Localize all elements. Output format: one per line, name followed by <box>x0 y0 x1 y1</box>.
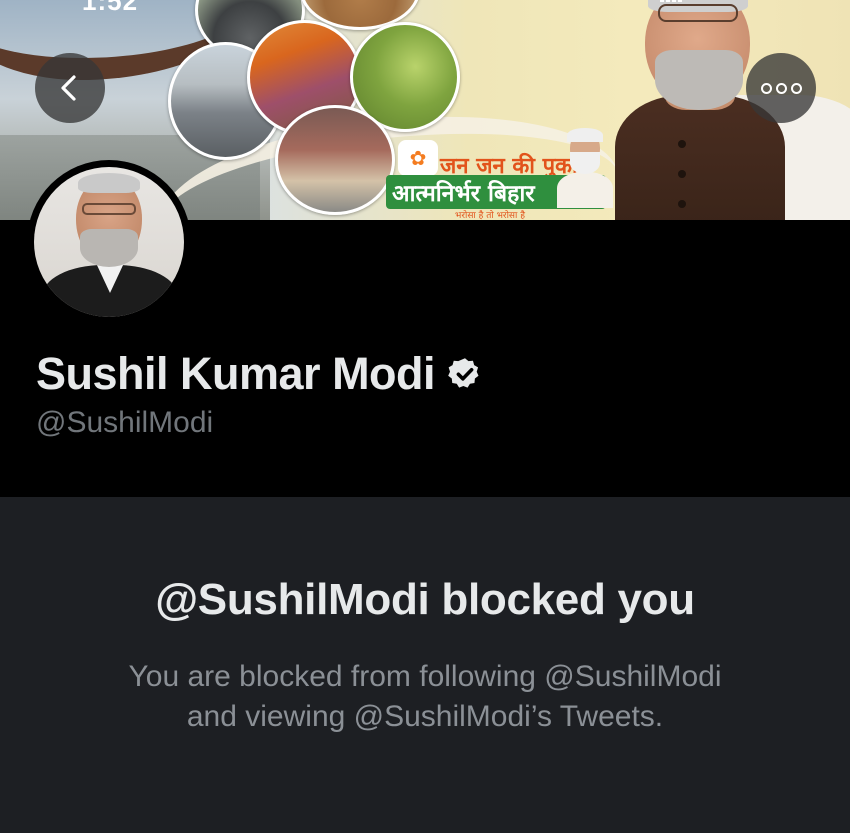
status-time: 1:52 <box>82 0 139 16</box>
lotus-icon: ✿ <box>398 140 438 176</box>
display-name: Sushil Kumar Modi <box>36 348 436 399</box>
profile-avatar[interactable] <box>27 160 191 324</box>
signal-icon <box>660 0 682 2</box>
chevron-left-icon <box>61 75 76 101</box>
banner-pm-portrait <box>555 128 615 208</box>
banner-photo-sewing <box>275 105 395 215</box>
profile-handle: @SushilModi <box>36 406 214 439</box>
more-options-button[interactable] <box>746 53 816 123</box>
more-options-icon <box>760 82 802 94</box>
display-name-row: Sushil Kumar Modi <box>36 348 483 400</box>
blocked-description-line2: and viewing @SushilModi’s Tweets. <box>186 700 664 733</box>
blocked-title: @SushilModi blocked you <box>155 575 695 624</box>
blocked-description-line1: You are blocked from following @SushilMo… <box>128 660 722 693</box>
avatar-image <box>34 167 184 317</box>
back-button[interactable] <box>35 53 105 123</box>
banner-slogan-main: आत्मनिर्भर बिहार <box>392 180 535 207</box>
verified-badge-icon <box>448 358 479 388</box>
blocked-description: You are blocked from following @SushilMo… <box>75 657 775 737</box>
status-icons <box>660 0 810 6</box>
profile-screen: ✿ जन जन की पुकार आत्मनिर्भर बिहार भरोसा … <box>0 0 850 833</box>
blocked-panel: @SushilModi blocked you You are blocked … <box>0 497 850 833</box>
banner-slogan-small: भरोसा है तो भरोसा है <box>455 211 525 220</box>
banner-portrait <box>610 0 850 220</box>
